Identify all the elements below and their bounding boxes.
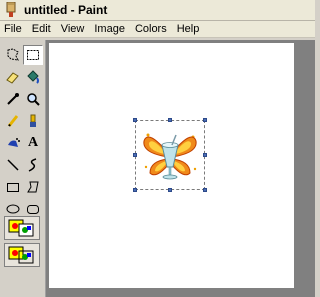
text-tool[interactable]: A [23, 133, 43, 153]
pencil-tool[interactable] [3, 111, 23, 131]
selection-handle-e[interactable] [203, 153, 207, 157]
pencil-icon [7, 115, 19, 127]
menu-view[interactable]: View [56, 21, 90, 38]
menu-bar: File Edit View Image Colors Help [0, 21, 315, 38]
menu-file[interactable]: File [0, 21, 27, 38]
opaque-selection-icon [8, 219, 34, 237]
selection-handle-nw[interactable] [133, 118, 137, 122]
transparent-selection-icon [8, 246, 34, 264]
rounded-rectangle-icon [27, 205, 39, 214]
selection-box[interactable] [133, 118, 207, 192]
rectangle-select-icon [27, 50, 39, 60]
polygon-icon [27, 181, 39, 193]
rectangle-select-tool[interactable] [23, 45, 43, 65]
magnifier-icon [27, 93, 40, 106]
free-form-select-icon [7, 48, 19, 61]
selection-handle-se[interactable] [203, 188, 207, 192]
selection-handle-ne[interactable] [203, 118, 207, 122]
fill-bucket-tool[interactable] [23, 67, 43, 87]
free-form-select-tool[interactable] [3, 45, 23, 65]
curve-icon [28, 158, 37, 172]
drawing-canvas[interactable] [49, 43, 294, 288]
menu-image[interactable]: Image [89, 21, 130, 38]
airbrush-icon [8, 138, 20, 147]
menu-edit[interactable]: Edit [27, 21, 56, 38]
toolbox: A [0, 40, 46, 297]
selection-handle-s[interactable] [168, 188, 172, 192]
paint-palette-icon[interactable] [2, 1, 20, 19]
opaque-selection-option[interactable] [4, 216, 40, 240]
butterfly-parfait-clip-art [143, 133, 197, 180]
ellipse-icon [6, 204, 20, 214]
color-picker-tool[interactable] [3, 89, 23, 109]
polygon-tool[interactable] [23, 177, 43, 197]
menu-colors[interactable]: Colors [130, 21, 172, 38]
curve-tool[interactable] [23, 155, 43, 175]
selection-handle-sw[interactable] [133, 188, 137, 192]
magnifier-tool[interactable] [23, 89, 43, 109]
selection-handle-n[interactable] [168, 118, 172, 122]
title-bar[interactable]: untitled - Paint [0, 0, 315, 21]
line-tool[interactable] [3, 155, 23, 175]
line-icon [7, 159, 19, 171]
canvas-workspace[interactable] [46, 40, 315, 297]
rectangle-tool[interactable] [3, 177, 23, 197]
eraser-tool[interactable] [3, 67, 23, 87]
brush-icon [30, 114, 36, 127]
window-title: untitled - Paint [24, 3, 108, 17]
brush-tool[interactable] [23, 111, 43, 131]
selection-handle-w[interactable] [133, 153, 137, 157]
color-picker-icon [7, 93, 19, 105]
airbrush-tool[interactable] [3, 133, 23, 153]
menu-help[interactable]: Help [172, 21, 205, 38]
eraser-icon [6, 72, 19, 84]
fill-bucket-icon [27, 70, 39, 84]
transparent-selection-option[interactable] [4, 243, 40, 267]
rectangle-icon [7, 183, 19, 192]
text-icon: A [27, 135, 39, 150]
